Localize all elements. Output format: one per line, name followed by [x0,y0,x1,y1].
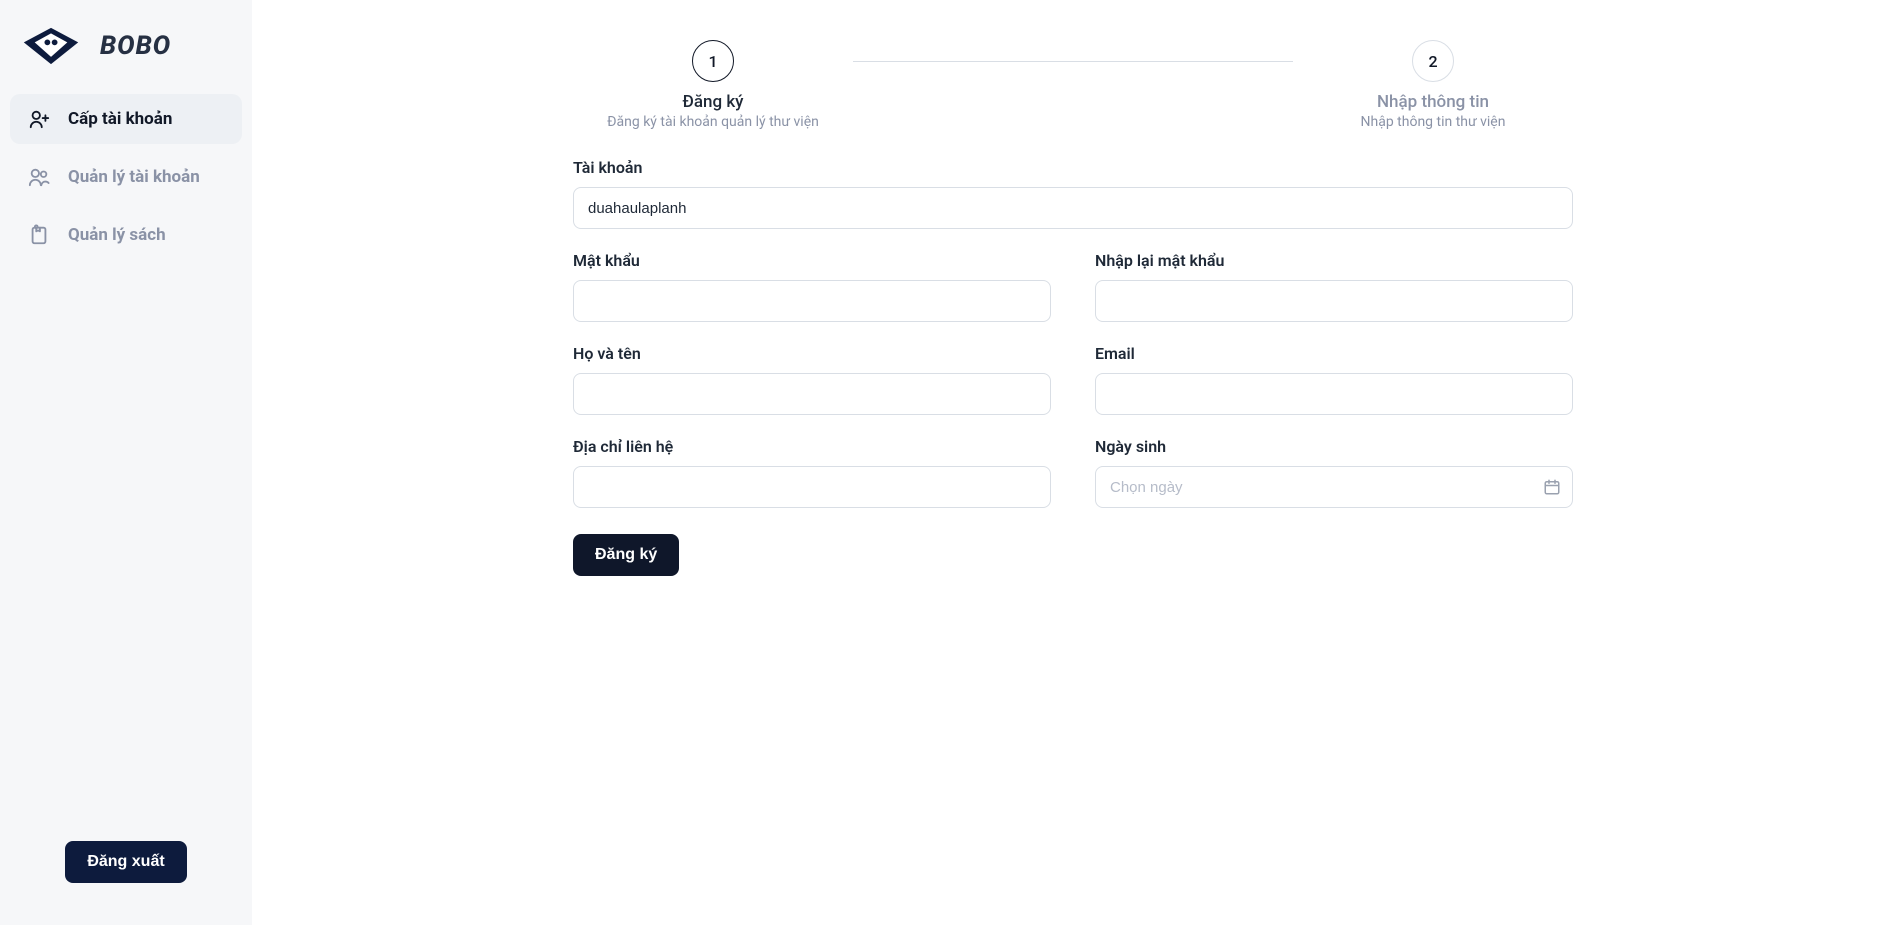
submit-button[interactable]: Đăng ký [573,534,679,576]
book-icon [28,224,50,246]
sidebar-item-label: Quản lý sách [68,225,166,245]
password2-input[interactable] [1095,280,1573,322]
step-1-number: 1 [692,40,734,82]
fullname-input[interactable] [573,373,1051,415]
sidebar-item-label: Quản lý tài khoản [68,167,200,187]
step-2-number: 2 [1412,40,1454,82]
sidebar: BOBO Cấp tài khoản Quản lý tài khoản Quả… [0,0,252,925]
logout-button[interactable]: Đăng xuất [65,841,186,883]
sidebar-nav: Cấp tài khoản Quản lý tài khoản Quản lý … [10,94,242,260]
email-input[interactable] [1095,373,1573,415]
register-form: Tài khoản Mật khẩu Nhập lại mật khẩu [573,158,1573,576]
sidebar-item-manage-accounts[interactable]: Quản lý tài khoản [10,152,242,202]
step-1: 1 Đăng ký Đăng ký tài khoản quản lý thư … [573,40,853,130]
password-input[interactable] [573,280,1051,322]
step-1-title: Đăng ký [682,92,743,112]
password-label: Mật khẩu [573,251,1051,270]
sidebar-item-label: Cấp tài khoản [68,109,172,129]
step-connector [853,61,1293,62]
brand-name: BOBO [100,31,171,61]
sidebar-item-create-account[interactable]: Cấp tài khoản [10,94,242,144]
brand: BOBO [10,18,242,94]
brand-logo-icon [22,26,80,66]
dob-label: Ngày sinh [1095,437,1573,456]
step-2-title: Nhập thông tin [1377,92,1489,112]
password2-label: Nhập lại mật khẩu [1095,251,1573,270]
user-plus-icon [28,108,50,130]
fullname-label: Họ và tên [573,344,1051,363]
step-indicator: 1 Đăng ký Đăng ký tài khoản quản lý thư … [573,40,1573,130]
step-2-desc: Nhập thông tin thư viện [1361,114,1506,130]
step-2: 2 Nhập thông tin Nhập thông tin thư viện [1293,40,1573,130]
sidebar-item-manage-books[interactable]: Quản lý sách [10,210,242,260]
username-label: Tài khoản [573,158,1573,177]
calendar-icon[interactable] [1543,478,1561,496]
username-input[interactable] [573,187,1573,229]
users-icon [28,166,50,188]
address-input[interactable] [573,466,1051,508]
step-1-desc: Đăng ký tài khoản quản lý thư viện [607,114,819,130]
dob-input[interactable] [1095,466,1573,508]
address-label: Địa chỉ liên hệ [573,437,1051,456]
main-content: 1 Đăng ký Đăng ký tài khoản quản lý thư … [252,0,1894,925]
email-label: Email [1095,344,1573,363]
